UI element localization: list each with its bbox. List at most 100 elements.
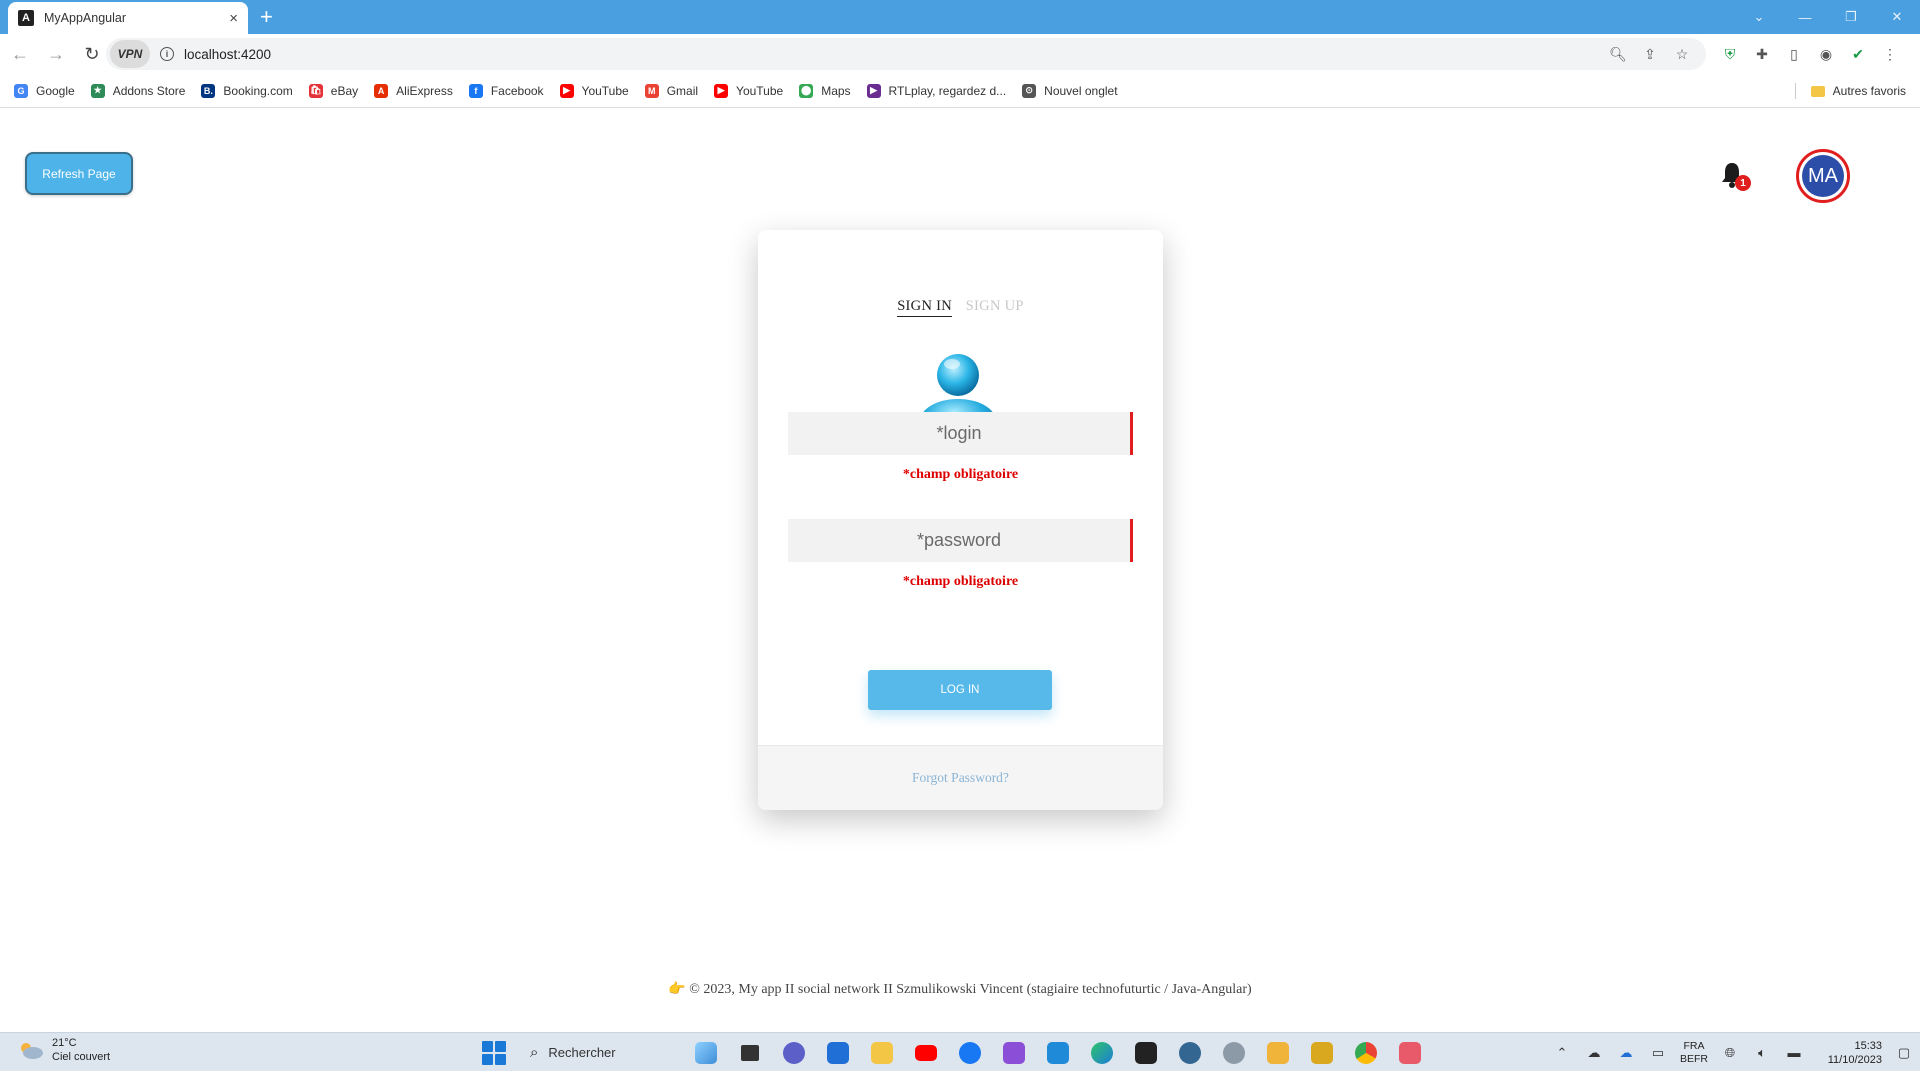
onedrive-icon[interactable]: ☁: [1610, 1045, 1642, 1061]
close-window-button[interactable]: ✕: [1874, 0, 1920, 34]
cloud-offline-icon[interactable]: ☁: [1578, 1045, 1610, 1061]
bookmark-item[interactable]: ⊙ Nouvel onglet: [1022, 83, 1118, 98]
snipping-tool-icon[interactable]: [1388, 1036, 1432, 1069]
vpn-badge[interactable]: VPN: [110, 40, 150, 68]
new-tab-button[interactable]: +: [260, 5, 273, 29]
keyboard-layout: BEFR: [1679, 1052, 1708, 1065]
restore-button[interactable]: ❐: [1828, 0, 1874, 34]
windows-start-icon[interactable]: [480, 1039, 508, 1067]
app-tool-icon[interactable]: [1300, 1036, 1344, 1069]
volume-icon[interactable]: 🔈︎: [1746, 1045, 1778, 1061]
bookmark-item[interactable]: ▶ YouTube: [714, 83, 783, 98]
postgres-icon[interactable]: [1168, 1036, 1212, 1069]
taskbar-search-label: Rechercher: [548, 1045, 616, 1060]
reload-icon[interactable]: ↻: [76, 38, 108, 70]
bookmark-item[interactable]: ★ Addons Store: [90, 83, 185, 98]
bookmark-label: eBay: [330, 83, 359, 98]
bookmark-favicon-icon: A: [374, 83, 389, 98]
widgets-app-icon[interactable]: [684, 1036, 728, 1069]
refresh-page-button[interactable]: Refresh Page: [25, 152, 133, 195]
password-input[interactable]: [788, 519, 1130, 562]
language-code: FRA: [1683, 1039, 1705, 1052]
login-input[interactable]: [788, 412, 1130, 455]
password-field[interactable]: [788, 519, 1133, 562]
language-indicator[interactable]: FRA BEFR: [1674, 1040, 1714, 1066]
forward-icon[interactable]: →: [40, 38, 72, 70]
bookmark-favicon-icon: f: [468, 83, 483, 98]
back-icon[interactable]: ←: [4, 38, 36, 70]
bookmark-star-icon[interactable]: ☆: [1666, 46, 1698, 63]
bookmark-favicon-icon: 🛍: [308, 83, 323, 98]
adblock-shield-icon[interactable]: ⛨: [1714, 46, 1746, 63]
time-text: 15:33: [1854, 1039, 1882, 1052]
side-panel-icon[interactable]: ▯: [1778, 46, 1810, 63]
bookmark-favicon-icon: G: [14, 83, 28, 98]
browser-tab[interactable]: A MyAppAngular ×: [8, 2, 248, 34]
more-menu-icon[interactable]: ⋮: [1874, 46, 1906, 63]
visual-studio-icon[interactable]: [992, 1036, 1036, 1069]
file-explorer-icon[interactable]: [860, 1036, 904, 1069]
url-text[interactable]: localhost:4200: [184, 47, 271, 62]
facebook-app-icon[interactable]: [948, 1036, 992, 1069]
youtube-app-icon[interactable]: [904, 1036, 948, 1069]
avatar-initials: MA: [1802, 155, 1844, 197]
minimize-button[interactable]: —: [1782, 0, 1828, 34]
taskbar-search[interactable]: ⌕ Rechercher: [520, 1038, 680, 1068]
network-globe-icon[interactable]: 🌐︎: [1714, 1045, 1746, 1061]
tab-sign-up[interactable]: SIGN UP: [966, 298, 1024, 315]
window-controls: ⌄ — ❐ ✕: [1736, 0, 1920, 34]
bookmark-favicon-icon: ★: [90, 83, 105, 98]
terminal-icon[interactable]: [1124, 1036, 1168, 1069]
edge-browser-icon[interactable]: [1080, 1036, 1124, 1069]
other-bookmarks[interactable]: Autres favoris: [1810, 74, 1906, 108]
task-view-icon[interactable]: [728, 1036, 772, 1069]
other-bookmarks-label: Autres favoris: [1832, 84, 1906, 98]
folder-icon: [1810, 85, 1825, 97]
tab-search-icon[interactable]: ⌄: [1736, 0, 1782, 34]
bookmark-item[interactable]: ▶ RTLplay, regardez d...: [866, 83, 1006, 98]
bookmark-item[interactable]: A AliExpress: [374, 83, 453, 98]
bookmark-item[interactable]: f Facebook: [468, 83, 544, 98]
security-check-icon[interactable]: ✔: [1842, 46, 1874, 63]
tab-sign-in[interactable]: SIGN IN: [897, 298, 953, 317]
extension-icons: ⛨ ✚ ▯ ◉ ✔ ⋮: [1714, 38, 1906, 70]
profile-icon[interactable]: ◉: [1810, 46, 1842, 63]
tab-close-icon[interactable]: ×: [229, 10, 238, 27]
search-icon: ⌕: [530, 1044, 539, 1061]
weather-widget[interactable]: 21°C Ciel couvert: [18, 1036, 110, 1064]
bookmark-label: Google: [36, 83, 75, 98]
bookmark-item[interactable]: ▶ YouTube: [559, 83, 629, 98]
bookmark-label: Booking.com: [223, 83, 293, 98]
log-in-button[interactable]: LOG IN: [868, 670, 1052, 710]
notification-bell[interactable]: 1: [1720, 161, 1751, 195]
app-puzzle-icon[interactable]: [1256, 1036, 1300, 1069]
extensions-puzzle-icon[interactable]: ✚: [1746, 46, 1778, 63]
battery-icon[interactable]: ▬: [1778, 1045, 1810, 1060]
bookmark-label: Facebook: [490, 83, 544, 98]
bookmark-item[interactable]: 🛍 eBay: [308, 83, 359, 98]
system-clock[interactable]: 15:33 11/10/2023: [1810, 1039, 1882, 1067]
store-app-icon[interactable]: [816, 1036, 860, 1069]
vscode-icon[interactable]: [1036, 1036, 1080, 1069]
windows-taskbar: 21°C Ciel couvert ⌕ Rechercher ⌃ ☁ ☁ ▭ F…: [0, 1032, 1920, 1071]
bookmark-item[interactable]: ⬤ Maps: [799, 83, 851, 98]
bookmark-item[interactable]: B. Booking.com: [201, 83, 293, 98]
chevron-up-icon[interactable]: ⌃: [1546, 1045, 1578, 1061]
address-bar[interactable]: VPN i localhost:4200 🔍︎ ⇪ ☆: [106, 38, 1706, 70]
bookmark-favicon-icon: B.: [201, 83, 216, 98]
avatar[interactable]: MA: [1796, 149, 1850, 203]
bookmark-item[interactable]: M Gmail: [644, 83, 698, 98]
login-error-message: *champ obligatoire: [902, 467, 1019, 482]
page-footer-text: 👉 © 2023, My app II social network II Sz…: [668, 982, 1252, 997]
settings-gear-icon[interactable]: [1212, 1036, 1256, 1069]
drive-icon[interactable]: ▭: [1642, 1045, 1674, 1061]
forgot-password-link[interactable]: Forgot Password?: [912, 770, 1009, 786]
site-info-icon[interactable]: i: [160, 47, 174, 61]
share-icon[interactable]: ⇪: [1634, 46, 1666, 63]
login-field[interactable]: [788, 412, 1133, 455]
zoom-icon[interactable]: 🔍︎: [1602, 46, 1634, 63]
teams-meet-icon[interactable]: [772, 1036, 816, 1069]
notification-center-icon[interactable]: ▢: [1888, 1045, 1920, 1061]
bookmark-item[interactable]: G Google: [14, 83, 75, 98]
chrome-browser-icon[interactable]: [1344, 1036, 1388, 1069]
